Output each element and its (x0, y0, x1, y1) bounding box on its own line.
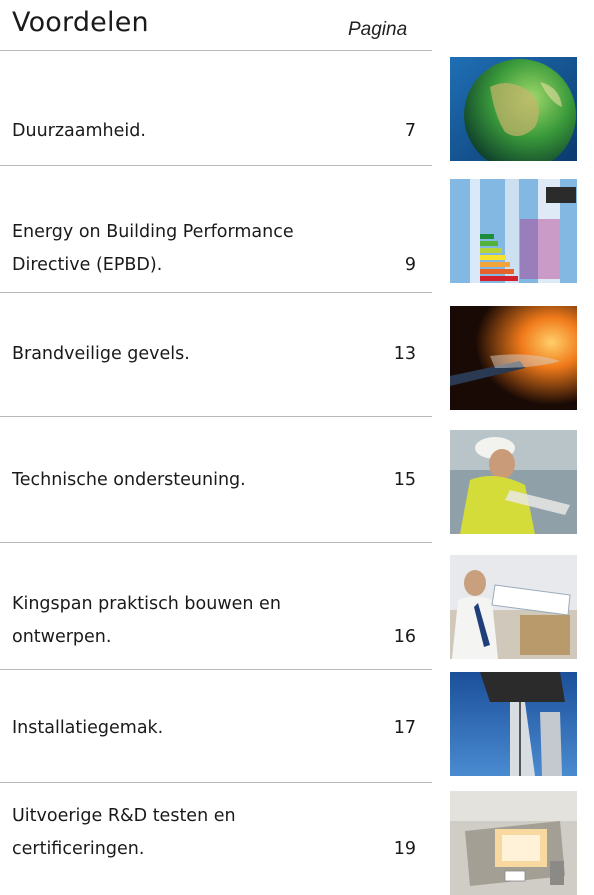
engineer-hardhat-photo (450, 430, 577, 534)
entry-label: Installatiegemak. (12, 718, 164, 738)
entry-label: Technische ondersteuning. (12, 470, 246, 490)
divider (0, 292, 432, 293)
entry-label: Brandveilige gevels. (12, 344, 190, 364)
energy-label-photo (450, 179, 577, 283)
page-title: Voordelen (12, 7, 149, 38)
entry-page-number: 9 (404, 255, 416, 275)
divider (0, 165, 432, 166)
fire-test-photo (450, 306, 577, 410)
entry-page-number: 19 (393, 839, 416, 859)
divider (0, 50, 432, 51)
entry-page-number: 13 (393, 344, 416, 364)
entry-label: Energy on Building Performance Directive… (12, 222, 294, 275)
divider (0, 416, 432, 417)
entry-label: Duurzaamheid. (12, 121, 146, 141)
page-header: Voordelen Pagina (0, 0, 594, 52)
divider (0, 669, 432, 670)
entry-label: Uitvoerige R&D testen en certificeringen… (12, 806, 236, 859)
entry-label: Kingspan praktisch bouwen en ontwerpen. (12, 594, 281, 647)
entry-page-number: 16 (393, 627, 416, 647)
entry-page-number: 7 (404, 121, 416, 141)
divider (0, 542, 432, 543)
entry-page-number: 15 (393, 470, 416, 490)
divider (0, 782, 432, 783)
entry-page-number: 17 (393, 718, 416, 738)
crane-installation-photo (450, 672, 577, 776)
test-facility-photo (450, 791, 577, 895)
architect-plans-photo (450, 555, 577, 659)
globe-photo (450, 57, 577, 161)
pagina-column-label: Pagina (348, 19, 408, 40)
